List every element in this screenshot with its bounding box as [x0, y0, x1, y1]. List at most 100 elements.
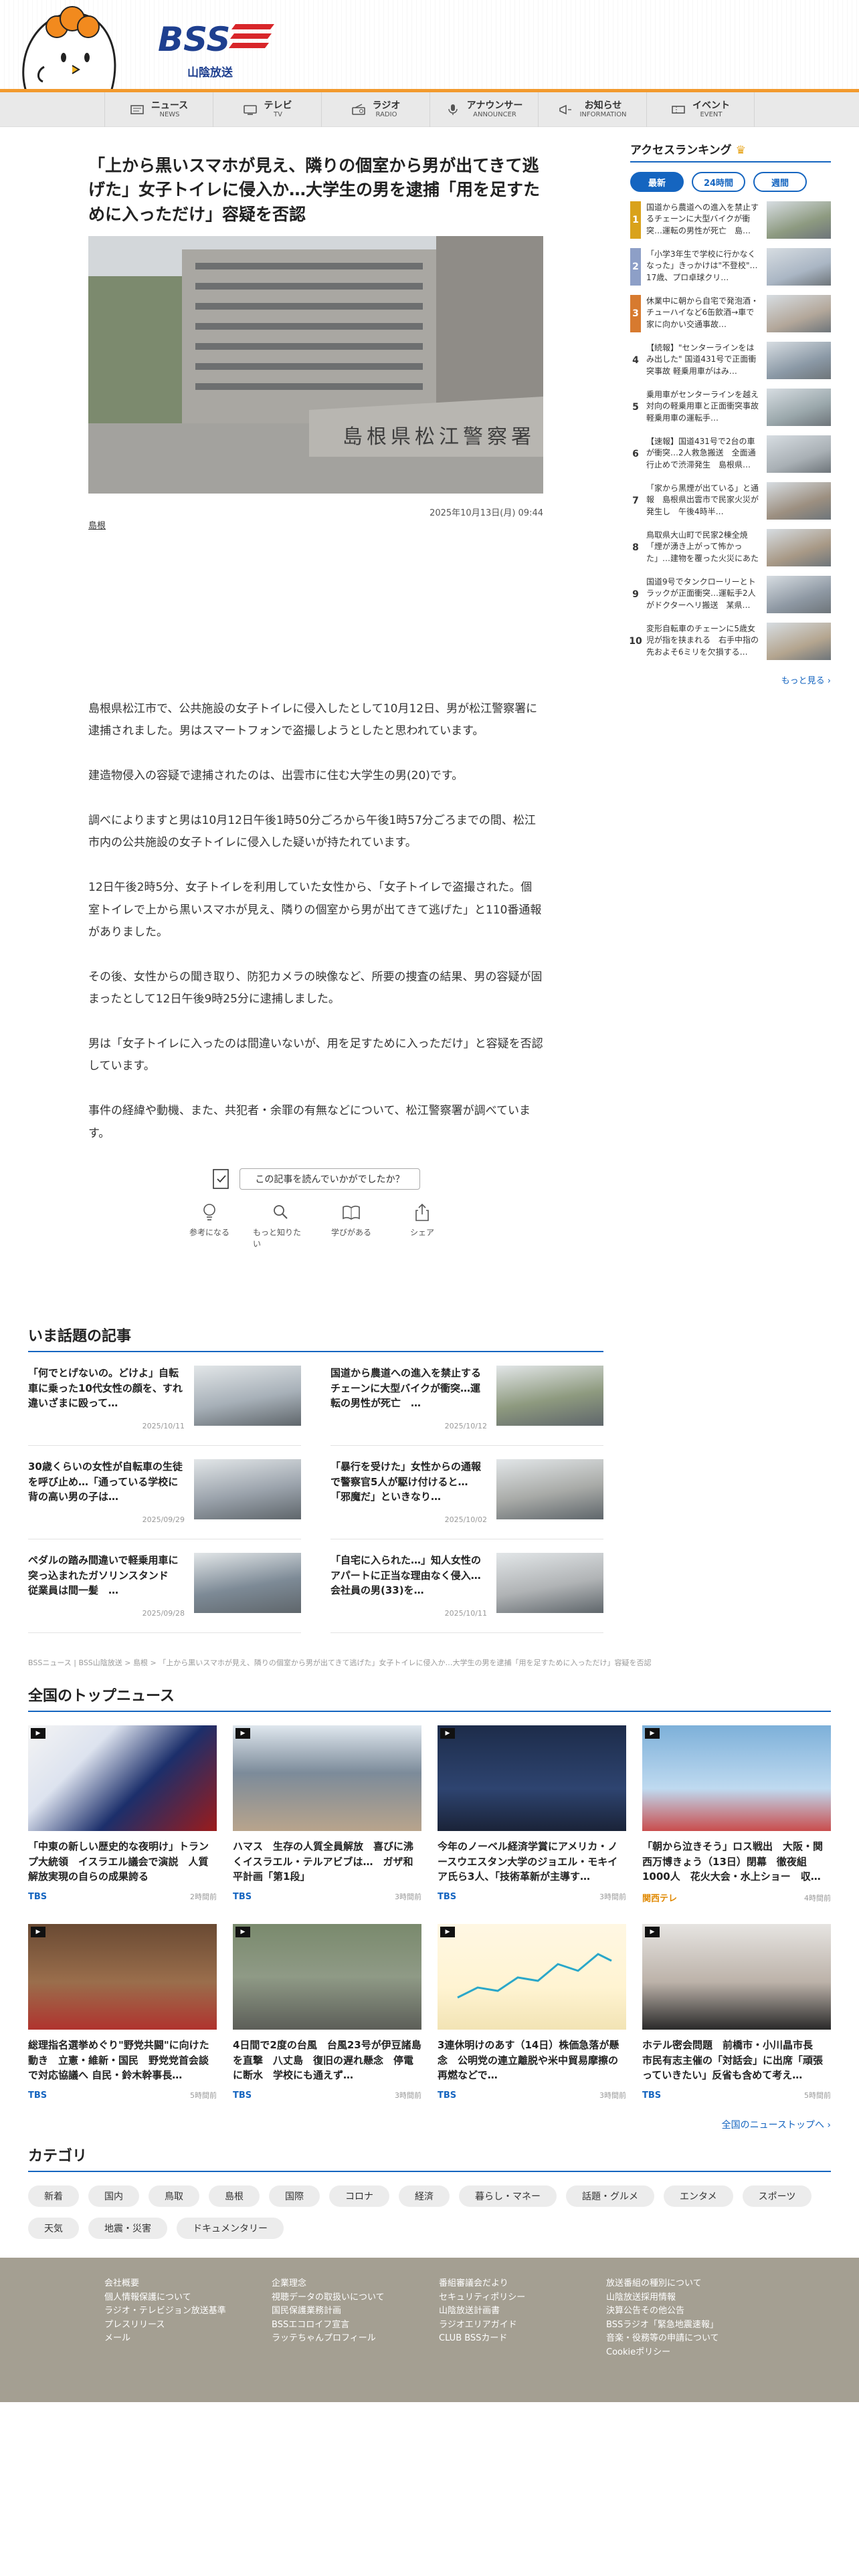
top-news-card[interactable]: ▶ 総理指名選挙めぐり"野党共闘"に向けた動き 立憲・維新・国民 野党党首会談で対… [28, 1924, 217, 2101]
nav-radio[interactable]: ラジオ RADIO [321, 92, 430, 127]
category-chip[interactable]: コロナ [329, 2185, 389, 2207]
nav-tv[interactable]: テレビ TV [213, 92, 321, 127]
footer-link[interactable]: 音楽・役務等の申請について [606, 2333, 773, 2345]
ranking-item[interactable]: 3 休業中に朝から自宅で発泡酒・チューハイなど6缶飲酒→車で家に向かい交通事故… [630, 295, 831, 332]
nav-event[interactable]: イベント EVENT [646, 92, 755, 127]
footer-link[interactable]: 山陰放送採用情報 [606, 2292, 773, 2304]
paragraph: 島根県松江市で、公共施設の女子トイレに侵入したとして10月12日、男が松江警察署… [88, 702, 538, 738]
nav-news[interactable]: ニュース NEWS [104, 92, 213, 127]
footer-link[interactable]: ラジオエリアガイド [439, 2319, 606, 2331]
ranking-item[interactable]: 5 乗用車がセンターラインを越え対向の軽乗用車と正面衝突事故 軽乗用車の運転手… [630, 389, 831, 426]
ranking-item[interactable]: 2 「小学3年生で学校に行かなくなった」きっかけは"不登校"…17歳、プロ卓球クリ… [630, 248, 831, 286]
top-news-card[interactable]: ▶ 「中東の新しい歴史的な夜明け」トランプ大統領 イスラエル議会で演説 人質解放実… [28, 1725, 217, 1904]
ranking-item[interactable]: 7 「家から黒煙が出ている」と通報 島根県出雲市で民家火災が発生し 午後4時半… [630, 482, 831, 520]
topic-item[interactable]: 「何でとげないの。どけよ」自転車に乗った10代女性の顔を、すれ違いざまに殴って…… [28, 1352, 301, 1446]
news-source: 関西テレ [642, 1894, 678, 1904]
ranking-thumbnail [767, 389, 831, 426]
category-chip[interactable]: 国内 [88, 2185, 139, 2207]
category-chip[interactable]: 経済 [399, 2185, 450, 2207]
footer-link[interactable]: ラッテちゃんプロフィール [272, 2333, 439, 2345]
topic-text: 「何でとげないの。どけよ」自転車に乗った10代女性の顔を、すれ違いざまに殴って…… [28, 1366, 185, 1430]
footer-link[interactable]: 個人情報保護について [104, 2292, 272, 2304]
topic-item[interactable]: 「暴行を受けた」女性からの通報で警察官5人が駆け付けると…「邪魔だ」といきなり…… [330, 1446, 603, 1539]
top-news-more-link[interactable]: 全国のニューストップへ › [28, 2118, 831, 2131]
top-news-text: 3連休明けのあす（14日）株価急落が懸念 公明党の連立離脱や米中貿易摩擦の再燃な… [438, 2039, 619, 2081]
category-chip[interactable]: 新着 [28, 2185, 79, 2207]
category-chip[interactable]: 話題・グルメ [566, 2185, 654, 2207]
footer-link[interactable]: 決算公告その他公告 [606, 2305, 773, 2317]
video-icon: ▶ [31, 1728, 45, 1739]
footer-column: 企業理念視聴データの取扱いについて 国民保護業務計画 BSSエコロイフ宣言 ラッテちゃ… [272, 2278, 439, 2358]
reaction-useful-button[interactable]: 参考になる [182, 1202, 237, 1249]
top-news-card[interactable]: ▶ 今年のノーベル経済学賞にアメリカ・ノースウエスタン大学のジョエル・モキイア氏ら… [438, 1725, 626, 1904]
topic-item[interactable]: 「自宅に入られた…」知人女性のアパートに正当な理由なく侵入…会社員の男(33)を… [330, 1539, 603, 1633]
stock-chart-graphic [457, 1953, 612, 1999]
tab-weekly[interactable]: 週間 [753, 172, 807, 192]
article-area-tag[interactable]: 島根 [88, 521, 106, 531]
footer-link[interactable]: メール [104, 2333, 272, 2345]
footer-link[interactable]: BSSラジオ「緊急地震速報」 [606, 2319, 773, 2331]
ranking-item[interactable]: 1 国道から農道への進入を禁止するチェーンに大型バイクが衝突…運転の男性が死亡 島… [630, 201, 831, 239]
footer-link[interactable]: 放送番組の種別について [606, 2278, 773, 2290]
footer-link[interactable]: セキュリティポリシー [439, 2292, 606, 2304]
nav-announcer[interactable]: アナウンサー ANNOUNCER [430, 92, 538, 127]
article-survey: この記事を読んでいかがでしたか？ [88, 1168, 543, 1190]
category-chip[interactable]: 暮らし・マネー [459, 2185, 557, 2207]
tab-latest[interactable]: 最新 [630, 172, 684, 192]
topic-item[interactable]: ペダルの踏み間違いで軽乗用車に突っ込まれたガソリンスタンド 従業員は間一髪 … 2… [28, 1539, 301, 1633]
footer-link[interactable]: 番組審議会だより [439, 2278, 606, 2290]
category-chip[interactable]: ドキュメンタリー [177, 2218, 284, 2239]
category-chip[interactable]: 地震・災害 [88, 2218, 167, 2239]
nav-information[interactable]: お知らせ INFORMATION [538, 92, 646, 127]
ranking-more-link[interactable]: もっと見る › [630, 673, 831, 686]
reaction-more-button[interactable]: もっと知りたい [253, 1202, 308, 1249]
footer-link[interactable]: CLUB BSSカード [439, 2333, 606, 2345]
footer-link[interactable]: 会社概要 [104, 2278, 272, 2290]
ranking-item[interactable]: 10 変形自転車のチェーンに5歳女児が指を挟まれる 右手中指の先およそ6ミリを欠損… [629, 623, 831, 660]
category-chip[interactable]: 鳥取 [149, 2185, 199, 2207]
top-news-card[interactable]: ▶ 「朝から泣きそう」ロス戦出 大阪・関西万博きょう（13日）閉幕 徹夜組1000… [642, 1725, 831, 1904]
tv-icon [243, 105, 257, 115]
category-chip[interactable]: 国際 [269, 2185, 320, 2207]
footer-link[interactable]: 視聴データの取扱いについて [272, 2292, 439, 2304]
article-title: 「上から黒いスマホが見え、隣りの個室から男が出てきて逃げた」女子トイレに侵入か…… [88, 156, 541, 224]
category-chip[interactable]: 島根 [209, 2185, 260, 2207]
top-news-card[interactable]: ▶ 3連休明けのあす（14日）株価急落が懸念 公明党の連立離脱や米中貿易摩擦の再燃… [438, 1924, 626, 2101]
category-chip[interactable]: エンタメ [664, 2185, 733, 2207]
ranking-item[interactable]: 4 【続報】"センターラインをはみ出した" 国道431号で正面衝突事故 軽乗用車が… [630, 342, 831, 379]
trending-section: いま話題の記事 「何でとげないの。どけよ」自転車に乗った10代女性の顔を、すれ違… [28, 1324, 603, 1633]
footer-link[interactable]: ラジオ・テレビジョン放送基準 [104, 2305, 272, 2317]
ranking-item[interactable]: 9 国道9号でタンクローリーとトラックが正面衝突…運転手2人がドクターヘリ搬送 某… [630, 576, 831, 613]
footer-link[interactable]: プレスリリース [104, 2319, 272, 2331]
top-news-card[interactable]: ▶ ホテル密会問題 前橋市・小川晶市長 市民有志主催の「対話会」に出席「頑張ってい… [642, 1924, 831, 2101]
ranking-list: 1 国道から農道への進入を禁止するチェーンに大型バイクが衝突…運転の男性が死亡 島… [629, 201, 831, 660]
footer-link[interactable]: 国民保護業務計画 [272, 2305, 439, 2317]
topic-item[interactable]: 国道から農道への進入を禁止するチェーンに大型バイクが衝突…運転の男性が死亡 … 2… [330, 1352, 603, 1446]
ranking-item[interactable]: 8 鳥取県大山町で民家2棟全焼「煙が湧き上がって怖かった」…建物を覆った火災にあた… [630, 529, 831, 566]
ranking-thumbnail [767, 248, 831, 286]
share-button[interactable]: シェア [395, 1202, 450, 1249]
footer-links: 会社概要 個人情報保護について ラジオ・テレビジョン放送基準 プレスリリース メール 企業… [104, 2278, 773, 2358]
footer-link[interactable]: BSSエコロイフ宣言 [272, 2319, 439, 2331]
tab-24h[interactable]: 24時間 [692, 172, 745, 192]
category-chip[interactable]: スポーツ [742, 2185, 812, 2207]
topic-text: ペダルの踏み間違いで軽乗用車に突っ込まれたガソリンスタンド 従業員は間一髪 … 2… [28, 1553, 185, 1618]
topic-title: 「暴行を受けた」女性からの通報で警察官5人が駆け付けると…「邪魔だ」といきなり… [330, 1461, 482, 1503]
ranking-item[interactable]: 6 【速報】国道431号で2台の車が衝突…2人救急搬送 全面通行止めで渋滞発生 島… [630, 435, 831, 473]
ranking-item-text: 鳥取県大山町で民家2棟全焼「煙が湧き上がって怖かった」…建物を覆った火災にあたり… [646, 530, 759, 566]
footer-link[interactable]: 山陰放送計画書 [439, 2305, 606, 2317]
rank-number: 2 [630, 248, 641, 286]
topic-item[interactable]: 30歳くらいの女性が自転車の生徒を呼び止め…「通っている学校に背の高い男の子は…… [28, 1446, 301, 1539]
category-chip[interactable]: 天気 [28, 2218, 79, 2239]
top-news-card[interactable]: ▶ 4日間で2度の台風 台風23号が伊豆諸島を直撃 八丈島 復旧の遅れ懸念 停電に… [233, 1924, 421, 2101]
ranking-item-text: 「小学3年生で学校に行かなくなった」きっかけは"不登校"…17歳、プロ卓球クリ… [646, 249, 758, 282]
footer-link[interactable]: 企業理念 [272, 2278, 439, 2290]
rank-number: 10 [629, 636, 642, 647]
news-source: TBS [28, 2090, 47, 2101]
footer-link[interactable]: Cookieポリシー [606, 2347, 773, 2359]
megaphone-icon [559, 104, 572, 115]
ranking-thumbnail [767, 201, 831, 239]
ticket-icon [672, 106, 685, 114]
top-news-card[interactable]: ▶ ハマス 生存の人質全員解放 喜びに沸くイスラエル・テルアビブは… ガザ和平計画… [233, 1725, 421, 1904]
reaction-learn-button[interactable]: 学びがある [324, 1202, 379, 1249]
